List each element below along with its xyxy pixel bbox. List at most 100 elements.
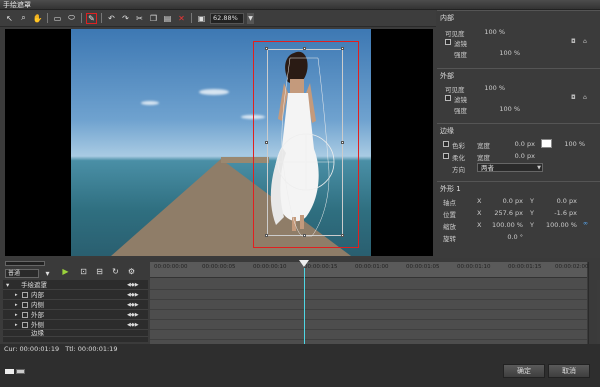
play-icon[interactable]: ▶	[60, 266, 71, 277]
settings-icon[interactable]: ⚙	[126, 266, 137, 277]
track-checkbox[interactable]	[22, 302, 28, 308]
resize-handle[interactable]	[265, 141, 268, 144]
expand-icon[interactable]: ▸	[15, 300, 18, 310]
strength-label: 强度	[454, 51, 467, 59]
strength-value[interactable]: 100 %	[492, 49, 520, 57]
timeline-row[interactable]	[150, 300, 587, 310]
filter-checkbox[interactable]	[445, 95, 451, 101]
track-checkbox[interactable]	[22, 322, 28, 328]
rectangle-tool-icon[interactable]: ▭	[52, 13, 63, 24]
chevron-down-icon[interactable]: ▼	[247, 12, 254, 24]
expand-icon[interactable]: ▸	[15, 290, 18, 300]
rotate-value[interactable]: 0.0 °	[495, 233, 523, 241]
edge-color-swatch[interactable]	[541, 139, 552, 148]
remove-keyframe-icon[interactable]: ⊟	[94, 266, 105, 277]
expand-icon[interactable]: ▸	[15, 320, 18, 330]
zoom-input[interactable]: 62.88%	[210, 12, 244, 24]
resize-handle[interactable]	[341, 47, 344, 50]
resize-handle[interactable]	[265, 234, 268, 237]
copy-icon[interactable]: ❐	[148, 13, 159, 24]
timeline-zoom-slider[interactable]	[5, 261, 45, 266]
lock-icon[interactable]: ⌂	[583, 38, 587, 45]
filter-checkbox[interactable]	[445, 39, 451, 45]
track-row[interactable]: ▸ 内部 ◀◆▶	[3, 290, 148, 300]
timeline-scrollbar[interactable]	[588, 262, 597, 344]
pointer-tool-icon[interactable]: ↖	[4, 13, 15, 24]
zoom-tool-icon[interactable]: ⌕	[18, 13, 29, 24]
scale-x-value[interactable]: 100.00 %	[489, 221, 523, 229]
opacity-label: 可见度	[445, 86, 465, 94]
x-label: X	[477, 221, 482, 229]
edge-width-value[interactable]: 0.0 px	[507, 140, 535, 148]
chevron-down-icon[interactable]: ▾	[42, 268, 53, 279]
track-list: ▾ 手绘遮罩 ◀◆▶ ▸ 内部 ◀◆▶ ▸ 内侧 ◀◆▶ ▸ 外部 ◀◆▶ ▸ 外侧 ◀◆▶ 边缘	[3, 280, 148, 342]
mode-value: 普通	[8, 270, 21, 277]
cut-icon[interactable]: ✂	[134, 13, 145, 24]
keyframe-nav-icon[interactable]: ◀◆▶	[127, 280, 139, 290]
mask-bounding-box[interactable]	[267, 49, 343, 237]
axis-y-value[interactable]: 0.0 px	[551, 197, 577, 205]
keyframe-nav-icon[interactable]: ◀◆▶	[127, 320, 139, 330]
strength-value[interactable]: 100 %	[492, 105, 520, 113]
cancel-button[interactable]: 取消	[548, 364, 590, 378]
color-checkbox[interactable]	[443, 141, 449, 147]
redo-icon[interactable]: ↷	[120, 13, 131, 24]
track-row[interactable]: ▸ 内侧 ◀◆▶	[3, 300, 148, 310]
camera-icon[interactable]: ◘	[571, 94, 576, 101]
expand-icon[interactable]: ▸	[15, 310, 18, 320]
track-name: 内部	[31, 291, 44, 299]
undo-icon[interactable]: ↶	[106, 13, 117, 24]
paste-icon[interactable]: ▤	[162, 13, 173, 24]
edge-color-percent[interactable]: 100 %	[561, 140, 585, 148]
link-icon[interactable]: ∞	[583, 220, 588, 227]
keyframe-nav-icon[interactable]: ◀◆▶	[127, 310, 139, 320]
resize-handle[interactable]	[303, 234, 306, 237]
timeline-row[interactable]	[150, 320, 587, 330]
track-checkbox[interactable]	[22, 292, 28, 298]
track-row[interactable]: ▸ 外侧 ◀◆▶	[3, 320, 148, 330]
delete-icon[interactable]: ✕	[176, 13, 187, 24]
track-row[interactable]: 边缘	[3, 330, 148, 337]
playhead-marker[interactable]	[299, 260, 309, 267]
timeline-row[interactable]	[150, 310, 587, 320]
expand-icon[interactable]: ▾	[6, 280, 9, 290]
preview-icon[interactable]: ▣	[196, 13, 207, 24]
ellipse-tool-icon[interactable]: ⬭	[66, 13, 77, 24]
direction-select[interactable]: 两者 ▼	[477, 163, 543, 172]
ok-button[interactable]: 确定	[503, 364, 545, 378]
opacity-value[interactable]: 100 %	[479, 84, 505, 92]
time-ruler[interactable]: 00:00:00:00 00:00:00:05 00:00:00:10 00:0…	[150, 262, 589, 278]
preview-canvas[interactable]	[5, 29, 433, 256]
keyframe-nav-icon[interactable]: ◀◆▶	[127, 300, 139, 310]
hand-tool-icon[interactable]: ✋	[32, 13, 43, 24]
view-mode-alt-icon[interactable]	[16, 369, 25, 374]
soften-checkbox[interactable]	[443, 153, 449, 159]
add-keyframe-icon[interactable]: ⊡	[78, 266, 89, 277]
mode-select[interactable]: 普通	[5, 269, 39, 278]
track-row[interactable]: ▸ 外部 ◀◆▶	[3, 310, 148, 320]
lock-icon[interactable]: ⌂	[583, 94, 587, 101]
track-checkbox[interactable]	[22, 312, 28, 318]
view-mode-icon[interactable]	[5, 369, 14, 374]
axis-x-value[interactable]: 0.0 px	[497, 197, 523, 205]
timeline-row[interactable]	[150, 330, 587, 340]
timeline-row[interactable]	[150, 290, 587, 300]
opacity-value[interactable]: 100 %	[479, 28, 505, 36]
camera-icon[interactable]: ◘	[571, 38, 576, 45]
position-x-value[interactable]: 257.6 px	[493, 209, 523, 217]
scale-y-value[interactable]: 100.00 %	[543, 221, 577, 229]
soften-width-value[interactable]: 0.0 px	[507, 152, 535, 160]
resize-handle[interactable]	[303, 47, 306, 50]
loop-icon[interactable]: ↻	[110, 266, 121, 277]
resize-handle[interactable]	[341, 141, 344, 144]
position-y-value[interactable]: -1.6 px	[551, 209, 577, 217]
brush-tool-icon[interactable]: ✎	[86, 12, 97, 24]
keyframe-nav-icon[interactable]: ◀◆▶	[127, 290, 139, 300]
window-title: 手绘遮罩	[0, 0, 600, 10]
resize-handle[interactable]	[341, 234, 344, 237]
timeline-row[interactable]	[150, 280, 587, 290]
track-row[interactable]: ▾ 手绘遮罩 ◀◆▶	[3, 280, 148, 290]
timeline-area[interactable]: 00:00:00:00 00:00:00:05 00:00:00:10 00:0…	[150, 262, 589, 344]
track-name: 内侧	[31, 301, 44, 309]
resize-handle[interactable]	[265, 47, 268, 50]
